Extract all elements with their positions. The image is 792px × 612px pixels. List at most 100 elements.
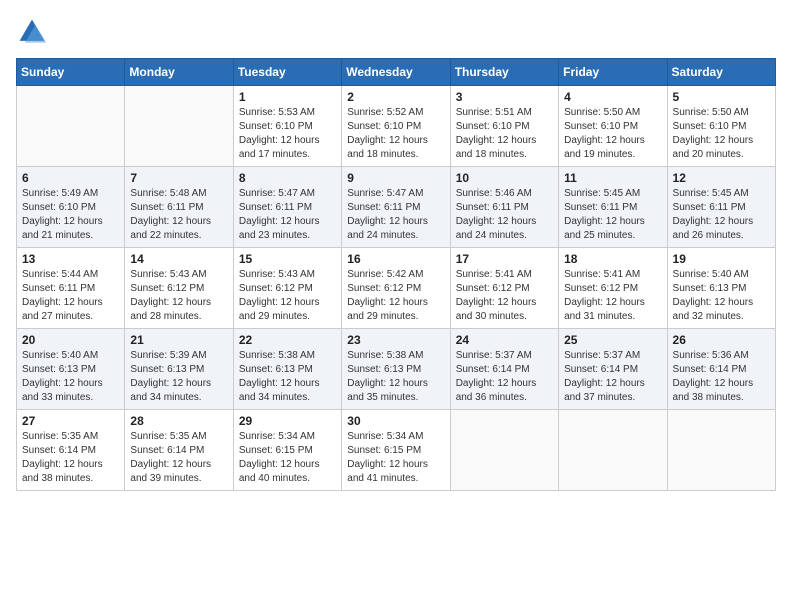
day-cell-7: 7 Sunrise: 5:48 AM Sunset: 6:11 PM Daylig… xyxy=(125,167,233,248)
day-number: 18 xyxy=(564,252,661,266)
empty-cell xyxy=(17,86,125,167)
day-info: Sunrise: 5:42 AM Sunset: 6:12 PM Dayligh… xyxy=(347,268,444,324)
day-info: Sunrise: 5:41 AM Sunset: 6:12 PM Dayligh… xyxy=(456,268,553,324)
day-info: Sunrise: 5:40 AM Sunset: 6:13 PM Dayligh… xyxy=(22,349,119,405)
day-number: 11 xyxy=(564,171,661,185)
day-number: 27 xyxy=(22,414,119,428)
col-header-tuesday: Tuesday xyxy=(233,59,341,86)
day-number: 26 xyxy=(673,333,770,347)
day-number: 2 xyxy=(347,90,444,104)
day-cell-14: 14 Sunrise: 5:43 AM Sunset: 6:12 PM Dayli… xyxy=(125,248,233,329)
day-info: Sunrise: 5:34 AM Sunset: 6:15 PM Dayligh… xyxy=(347,430,444,486)
day-cell-18: 18 Sunrise: 5:41 AM Sunset: 6:12 PM Dayli… xyxy=(559,248,667,329)
day-cell-1: 1 Sunrise: 5:53 AM Sunset: 6:10 PM Daylig… xyxy=(233,86,341,167)
empty-cell xyxy=(125,86,233,167)
col-header-monday: Monday xyxy=(125,59,233,86)
day-info: Sunrise: 5:45 AM Sunset: 6:11 PM Dayligh… xyxy=(564,187,661,243)
day-number: 7 xyxy=(130,171,227,185)
day-info: Sunrise: 5:36 AM Sunset: 6:14 PM Dayligh… xyxy=(673,349,770,405)
day-number: 10 xyxy=(456,171,553,185)
day-number: 5 xyxy=(673,90,770,104)
day-cell-8: 8 Sunrise: 5:47 AM Sunset: 6:11 PM Daylig… xyxy=(233,167,341,248)
day-info: Sunrise: 5:48 AM Sunset: 6:11 PM Dayligh… xyxy=(130,187,227,243)
day-cell-26: 26 Sunrise: 5:36 AM Sunset: 6:14 PM Dayli… xyxy=(667,329,775,410)
day-info: Sunrise: 5:46 AM Sunset: 6:11 PM Dayligh… xyxy=(456,187,553,243)
day-info: Sunrise: 5:37 AM Sunset: 6:14 PM Dayligh… xyxy=(456,349,553,405)
day-number: 3 xyxy=(456,90,553,104)
logo xyxy=(16,16,52,48)
day-number: 14 xyxy=(130,252,227,266)
day-cell-9: 9Sunrise: 5:47 AM Sunset: 6:11 PM Daylig… xyxy=(342,167,450,248)
day-info: Sunrise: 5:38 AM Sunset: 6:13 PM Dayligh… xyxy=(239,349,336,405)
logo-icon xyxy=(16,16,48,48)
empty-cell xyxy=(559,410,667,491)
day-cell-2: 2 Sunrise: 5:52 AM Sunset: 6:10 PM Daylig… xyxy=(342,86,450,167)
day-number: 13 xyxy=(22,252,119,266)
col-header-wednesday: Wednesday xyxy=(342,59,450,86)
day-cell-22: 22Sunrise: 5:38 AM Sunset: 6:13 PM Dayli… xyxy=(233,329,341,410)
day-cell-11: 11 Sunrise: 5:45 AM Sunset: 6:11 PM Dayli… xyxy=(559,167,667,248)
day-cell-29: 29 Sunrise: 5:34 AM Sunset: 6:15 PM Dayli… xyxy=(233,410,341,491)
day-number: 20 xyxy=(22,333,119,347)
day-info: Sunrise: 5:52 AM Sunset: 6:10 PM Dayligh… xyxy=(347,106,444,162)
empty-cell xyxy=(450,410,558,491)
day-cell-28: 28Sunrise: 5:35 AM Sunset: 6:14 PM Dayli… xyxy=(125,410,233,491)
day-info: Sunrise: 5:51 AM Sunset: 6:10 PM Dayligh… xyxy=(456,106,553,162)
day-number: 15 xyxy=(239,252,336,266)
day-number: 25 xyxy=(564,333,661,347)
day-info: Sunrise: 5:47 AM Sunset: 6:11 PM Dayligh… xyxy=(239,187,336,243)
day-info: Sunrise: 5:38 AM Sunset: 6:13 PM Dayligh… xyxy=(347,349,444,405)
day-info: Sunrise: 5:53 AM Sunset: 6:10 PM Dayligh… xyxy=(239,106,336,162)
week-row-2: 6 Sunrise: 5:49 AM Sunset: 6:10 PM Daylig… xyxy=(17,167,776,248)
day-info: Sunrise: 5:50 AM Sunset: 6:10 PM Dayligh… xyxy=(673,106,770,162)
day-info: Sunrise: 5:40 AM Sunset: 6:13 PM Dayligh… xyxy=(673,268,770,324)
empty-cell xyxy=(667,410,775,491)
day-cell-20: 20 Sunrise: 5:40 AM Sunset: 6:13 PM Dayli… xyxy=(17,329,125,410)
day-cell-27: 27 Sunrise: 5:35 AM Sunset: 6:14 PM Dayli… xyxy=(17,410,125,491)
day-number: 17 xyxy=(456,252,553,266)
week-row-1: 1 Sunrise: 5:53 AM Sunset: 6:10 PM Daylig… xyxy=(17,86,776,167)
col-header-saturday: Saturday xyxy=(667,59,775,86)
day-info: Sunrise: 5:35 AM Sunset: 6:14 PM Dayligh… xyxy=(130,430,227,486)
day-number: 29 xyxy=(239,414,336,428)
day-info: Sunrise: 5:34 AM Sunset: 6:15 PM Dayligh… xyxy=(239,430,336,486)
day-info: Sunrise: 5:49 AM Sunset: 6:10 PM Dayligh… xyxy=(22,187,119,243)
day-info: Sunrise: 5:35 AM Sunset: 6:14 PM Dayligh… xyxy=(22,430,119,486)
day-info: Sunrise: 5:43 AM Sunset: 6:12 PM Dayligh… xyxy=(130,268,227,324)
day-info: Sunrise: 5:39 AM Sunset: 6:13 PM Dayligh… xyxy=(130,349,227,405)
day-number: 1 xyxy=(239,90,336,104)
day-number: 4 xyxy=(564,90,661,104)
day-cell-25: 25Sunrise: 5:37 AM Sunset: 6:14 PM Dayli… xyxy=(559,329,667,410)
day-cell-15: 15Sunrise: 5:43 AM Sunset: 6:12 PM Dayli… xyxy=(233,248,341,329)
day-info: Sunrise: 5:44 AM Sunset: 6:11 PM Dayligh… xyxy=(22,268,119,324)
page-header xyxy=(16,16,776,48)
day-number: 6 xyxy=(22,171,119,185)
col-header-friday: Friday xyxy=(559,59,667,86)
week-row-3: 13 Sunrise: 5:44 AM Sunset: 6:11 PM Dayli… xyxy=(17,248,776,329)
day-number: 19 xyxy=(673,252,770,266)
day-info: Sunrise: 5:47 AM Sunset: 6:11 PM Dayligh… xyxy=(347,187,444,243)
day-cell-30: 30 Sunrise: 5:34 AM Sunset: 6:15 PM Dayli… xyxy=(342,410,450,491)
week-row-4: 20 Sunrise: 5:40 AM Sunset: 6:13 PM Dayli… xyxy=(17,329,776,410)
week-row-5: 27 Sunrise: 5:35 AM Sunset: 6:14 PM Dayli… xyxy=(17,410,776,491)
day-cell-10: 10 Sunrise: 5:46 AM Sunset: 6:11 PM Dayli… xyxy=(450,167,558,248)
day-cell-12: 12Sunrise: 5:45 AM Sunset: 6:11 PM Dayli… xyxy=(667,167,775,248)
day-info: Sunrise: 5:41 AM Sunset: 6:12 PM Dayligh… xyxy=(564,268,661,324)
day-number: 16 xyxy=(347,252,444,266)
day-cell-21: 21 Sunrise: 5:39 AM Sunset: 6:13 PM Dayli… xyxy=(125,329,233,410)
day-cell-23: 23 Sunrise: 5:38 AM Sunset: 6:13 PM Dayli… xyxy=(342,329,450,410)
day-cell-16: 16 Sunrise: 5:42 AM Sunset: 6:12 PM Dayli… xyxy=(342,248,450,329)
day-number: 23 xyxy=(347,333,444,347)
day-cell-4: 4Sunrise: 5:50 AM Sunset: 6:10 PM Daylig… xyxy=(559,86,667,167)
day-cell-5: 5 Sunrise: 5:50 AM Sunset: 6:10 PM Daylig… xyxy=(667,86,775,167)
day-cell-13: 13 Sunrise: 5:44 AM Sunset: 6:11 PM Dayli… xyxy=(17,248,125,329)
day-number: 8 xyxy=(239,171,336,185)
calendar-table: SundayMondayTuesdayWednesdayThursdayFrid… xyxy=(16,58,776,491)
day-cell-19: 19 Sunrise: 5:40 AM Sunset: 6:13 PM Dayli… xyxy=(667,248,775,329)
day-cell-17: 17 Sunrise: 5:41 AM Sunset: 6:12 PM Dayli… xyxy=(450,248,558,329)
day-number: 21 xyxy=(130,333,227,347)
day-cell-6: 6 Sunrise: 5:49 AM Sunset: 6:10 PM Daylig… xyxy=(17,167,125,248)
day-cell-24: 24Sunrise: 5:37 AM Sunset: 6:14 PM Dayli… xyxy=(450,329,558,410)
day-number: 30 xyxy=(347,414,444,428)
day-number: 12 xyxy=(673,171,770,185)
